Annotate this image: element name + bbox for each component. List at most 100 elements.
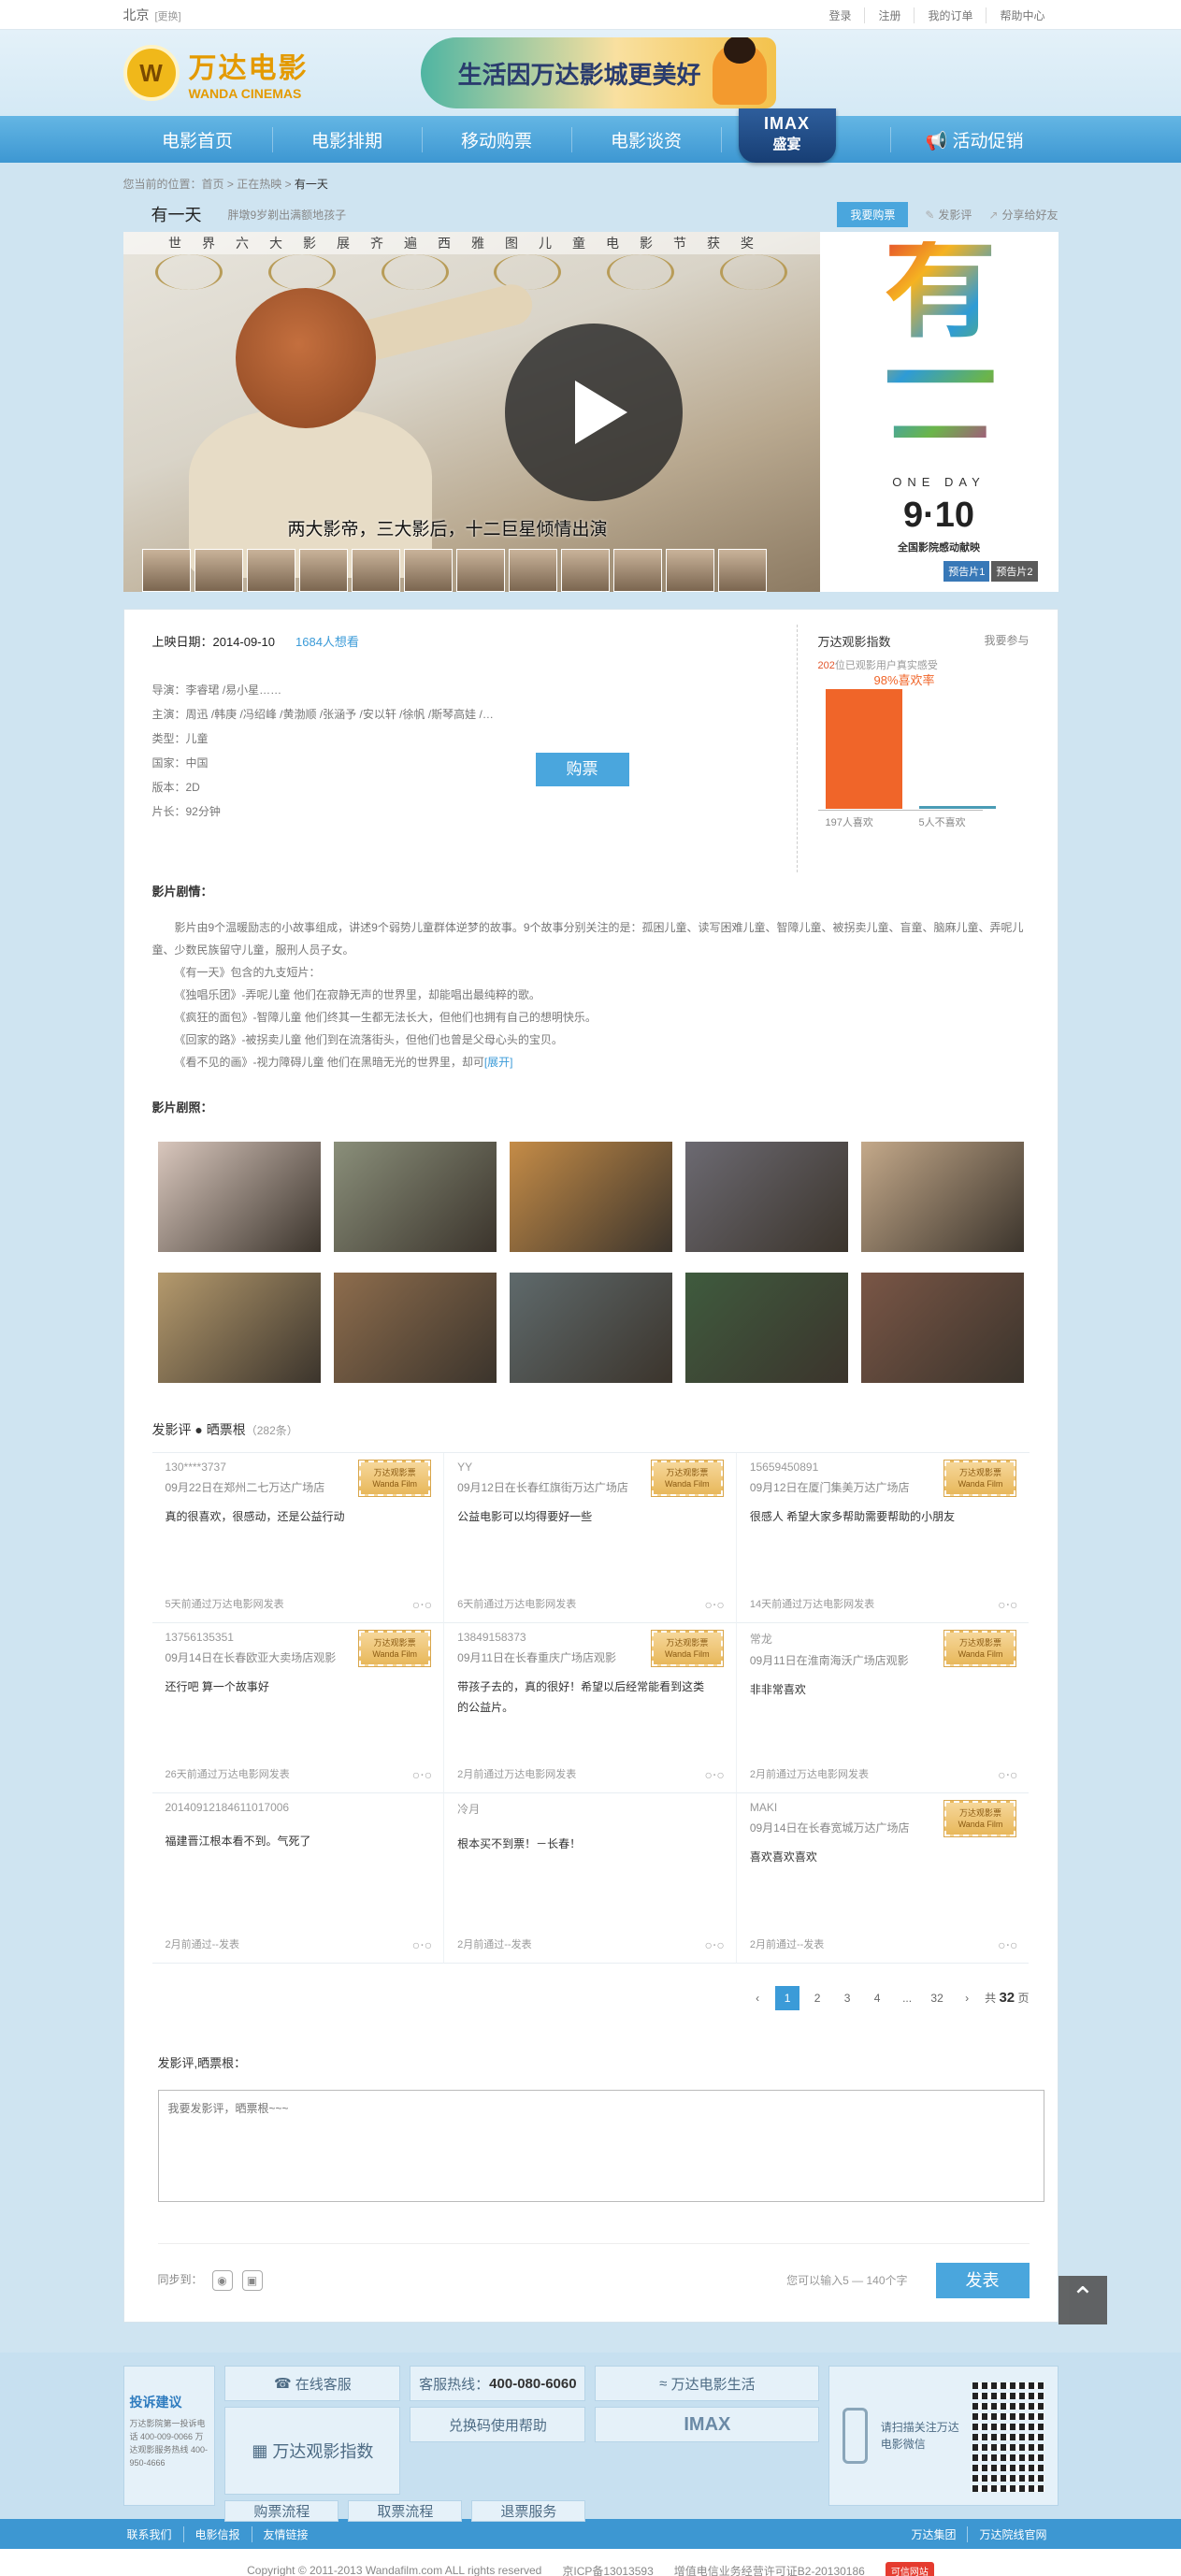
- nav-promotions[interactable]: 📢 活动促销: [889, 126, 1059, 152]
- review-text: 很感人 希望大家多帮助需要帮助的小朋友: [749, 1510, 956, 1523]
- wanda-group-link[interactable]: 万达集团: [907, 2526, 967, 2542]
- reviews-title: 发影评 ● 晒票根（282条）: [151, 1422, 298, 1437]
- share-icon[interactable]: ○⋅○: [412, 1937, 432, 1953]
- plot-text: 影片由9个温暖励志的小故事组成，讲述9个弱势儿童群体逆梦的故事。9个故事分别关注…: [151, 921, 1024, 1069]
- submit-comment-button[interactable]: 发表: [935, 2262, 1030, 2298]
- review-meta: 2月前通过--发表: [165, 1939, 239, 1950]
- friend-links[interactable]: 友情链接: [251, 2526, 320, 2542]
- share-icon[interactable]: ○⋅○: [998, 1937, 1017, 1953]
- share-icon[interactable]: ○⋅○: [704, 1767, 724, 1783]
- back-to-top-icon[interactable]: ⌃: [1059, 2276, 1107, 2324]
- comment-footer: 同步到： ◉ ▣ 您可以输入5 — 140个字 发表: [157, 2243, 1030, 2299]
- redeem-help-link[interactable]: 兑换码使用帮助: [410, 2407, 586, 2442]
- weibo-icon[interactable]: ◉: [211, 2269, 233, 2291]
- ticket-stub[interactable]: 万达观影票 Wanda Film: [943, 1630, 1017, 1667]
- still-photo[interactable]: [333, 1142, 497, 1252]
- brand-logo[interactable]: W 万达电影 WANDA CINEMAS: [122, 45, 309, 101]
- still-photo[interactable]: [684, 1142, 848, 1252]
- page-4[interactable]: 4: [865, 1986, 889, 2010]
- ticket-stub[interactable]: 万达观影票 Wanda Film: [358, 1630, 432, 1667]
- login-link[interactable]: 登录: [815, 7, 864, 23]
- pagination: ‹ 1 2 3 4 ... 32 › 共 32 页: [152, 1986, 1030, 2010]
- contact-link[interactable]: 联系我们: [123, 2526, 183, 2542]
- write-review-link[interactable]: 发影评: [925, 207, 972, 223]
- page-32[interactable]: 32: [925, 1986, 949, 2010]
- wanda-life-link[interactable]: ≈ 万达电影生活: [595, 2366, 820, 2401]
- share-icon[interactable]: ○⋅○: [998, 1597, 1017, 1613]
- ticket-stub[interactable]: 万达观影票 Wanda Film: [358, 1460, 432, 1497]
- nav-movie-talk[interactable]: 电影谈资: [572, 126, 722, 152]
- trailer-player[interactable]: 世界六大影展齐遍西雅图儿童电影节获奖 两大影帝，三大影后，十二巨星倾情出演: [122, 232, 820, 592]
- review-card: 13756135351 09月14日在长春欧亚大卖场店观影 还行吧 算一个故事好 26…: [151, 1623, 445, 1793]
- footer-service-area: 投诉建议 万达影院第一投诉电话 400-009-0066 万达观影服务热线 400…: [0, 2353, 1181, 2522]
- review-card: 常龙 09月11日在淮南海沃广场店观影 非非常喜欢 2月前通过万达电影网发表 ○⋅○ 万达…: [736, 1623, 1030, 1793]
- share-icon[interactable]: ○⋅○: [704, 1937, 724, 1953]
- buy-ticket-small-button[interactable]: 我要购票: [837, 201, 909, 227]
- chart-baseline: [817, 810, 983, 811]
- review-meta: 5天前通过万达电影网发表: [165, 1599, 284, 1610]
- imax-link[interactable]: IMAX: [595, 2407, 820, 2442]
- wanda-cinema-line-link[interactable]: 万达院线官网: [967, 2526, 1058, 2542]
- page-total: 共 32 页: [985, 1990, 1030, 2006]
- page-1[interactable]: 1: [775, 1986, 800, 2010]
- complaint-card[interactable]: 投诉建议 万达影院第一投诉电话 400-009-0066 万达观影服务热线 400…: [122, 2366, 216, 2506]
- header-banner: 生活因万达影城更美好: [420, 37, 776, 108]
- review-cinema: 09月14日在长春宽城万达广场店: [749, 1821, 910, 1835]
- breadcrumb: 您当前的位置：首页 > 正在热映 > 有一天: [122, 178, 328, 191]
- still-photo[interactable]: [509, 1273, 672, 1383]
- register-link[interactable]: 注册: [864, 7, 914, 23]
- city-switch-link[interactable]: [更换]: [155, 11, 181, 22]
- help-center-link[interactable]: 帮助中心: [986, 7, 1058, 23]
- nav-schedule[interactable]: 电影排期: [273, 126, 423, 152]
- trusted-site-badge[interactable]: 可信网站: [885, 2561, 934, 2576]
- crumb-section-link[interactable]: 正在热映: [237, 178, 281, 191]
- qzone-icon[interactable]: ▣: [241, 2269, 263, 2291]
- ticket-stub[interactable]: 万达观影票 Wanda Film: [650, 1630, 724, 1667]
- still-photo[interactable]: [860, 1273, 1024, 1383]
- ticket-stub[interactable]: 万达观影票 Wanda Film: [650, 1460, 724, 1497]
- comment-input[interactable]: [157, 2090, 1044, 2202]
- my-orders-link[interactable]: 我的订单: [914, 7, 986, 23]
- movie-info: 上映日期：2014-09-10 1684人想看 导演：李睿珺 /易小星…… 主演：…: [152, 625, 1030, 872]
- crumb-home-link[interactable]: 首页: [202, 178, 224, 191]
- movie-meta: 导演：李睿珺 /易小星…… 主演：周迅 /韩庚 /冯绍峰 /黄渤顺 /张涵予 /…: [152, 678, 797, 824]
- nav-imax-feast[interactable]: IMAX 盛宴: [738, 108, 836, 163]
- review-card: 130****3737 09月22日在郑州二七万达广场店 真的很喜欢，很感动，还是公…: [151, 1453, 445, 1623]
- page-3[interactable]: 3: [835, 1986, 859, 2010]
- copyright-bar: Copyright © 2011-2013 Wandafilm.com ALL …: [0, 2549, 1181, 2576]
- icp-number[interactable]: 京ICP备13013593: [562, 2563, 653, 2576]
- city-selector[interactable]: 北京 [更换]: [123, 6, 181, 24]
- share-icon[interactable]: ○⋅○: [412, 1597, 432, 1613]
- poster-date: 9·10: [902, 496, 975, 535]
- expand-plot-link[interactable]: [展开]: [484, 1056, 513, 1069]
- share-icon[interactable]: ○⋅○: [998, 1767, 1017, 1783]
- movie-news-link[interactable]: 电影信报: [182, 2526, 252, 2542]
- join-link[interactable]: 我要参与: [984, 632, 1029, 650]
- share-icon[interactable]: ○⋅○: [412, 1767, 432, 1783]
- still-photo[interactable]: [333, 1273, 497, 1383]
- still-photo[interactable]: [157, 1273, 321, 1383]
- ticket-stub[interactable]: 万达观影票 Wanda Film: [943, 1460, 1017, 1497]
- online-service-link[interactable]: ☎ 在线客服: [224, 2366, 401, 2401]
- nav-home[interactable]: 电影首页: [123, 126, 273, 152]
- stills-title: 影片剧照：: [151, 1101, 213, 1115]
- trailer-1-button[interactable]: 预告片1: [943, 561, 990, 582]
- ticket-stub[interactable]: 万达观影票 Wanda Film: [943, 1800, 1017, 1837]
- nav-mobile-ticket[interactable]: 移动购票: [423, 126, 572, 152]
- next-page-button[interactable]: ›: [955, 1986, 979, 2010]
- share-link[interactable]: 分享给好友: [988, 207, 1058, 223]
- still-photo[interactable]: [860, 1142, 1024, 1252]
- want-count[interactable]: 1684人想看: [295, 635, 359, 649]
- still-photo[interactable]: [684, 1273, 848, 1383]
- viewing-index-link[interactable]: ▦ 万达观影指数: [224, 2407, 401, 2495]
- share-icon[interactable]: ○⋅○: [704, 1597, 724, 1613]
- play-button-icon[interactable]: [504, 324, 683, 501]
- still-photo[interactable]: [509, 1142, 672, 1252]
- trailer-2-button[interactable]: 预告片2: [991, 561, 1038, 582]
- still-photo[interactable]: [157, 1142, 321, 1252]
- prev-page-button[interactable]: ‹: [745, 1986, 770, 2010]
- buy-ticket-button[interactable]: 购票: [535, 753, 629, 786]
- review-cinema: 09月11日在长春重庆广场店观影: [457, 1651, 616, 1664]
- footer-nav: 联系我们 电影信报 友情链接 万达集团 万达院线官网: [0, 2519, 1181, 2549]
- page-2[interactable]: 2: [805, 1986, 829, 2010]
